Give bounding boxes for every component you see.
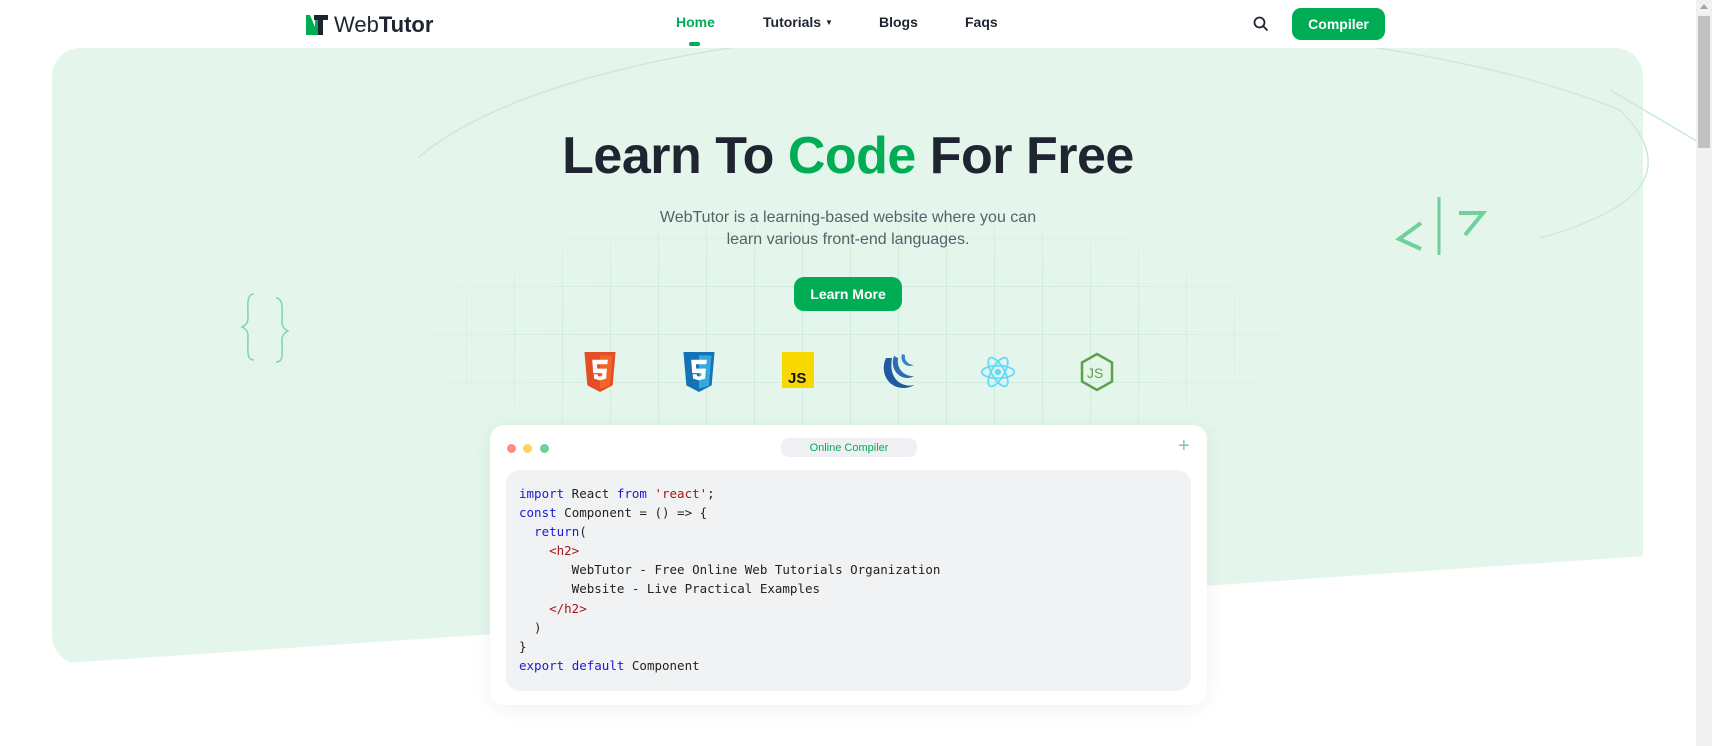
react-icon: [980, 356, 1016, 388]
scroll-up-icon[interactable]: [1700, 4, 1708, 9]
code-line: <h2>: [519, 541, 1178, 560]
code-token: Component: [624, 657, 700, 673]
subtitle-line: WebTutor is a learning-based website whe…: [659, 209, 1037, 226]
top-navbar: WebTutor Home Tutorials ▼ Blogs Faqs Com…: [0, 0, 1696, 48]
html5-icon: [584, 352, 616, 392]
code-token: const: [519, 505, 557, 521]
compiler-title: Online Compiler: [781, 438, 917, 457]
code-token: import: [519, 486, 565, 501]
javascript-icon: JS: [782, 352, 814, 388]
code-line: const Component = () => {: [519, 503, 1178, 522]
code-token: from: [616, 486, 647, 501]
svg-text:JS: JS: [1087, 365, 1103, 381]
nav-home[interactable]: Home: [676, 14, 715, 30]
code-line: WebTutor - Free Online Web Tutorials Org…: [519, 560, 1178, 579]
compiler-button[interactable]: Compiler: [1292, 8, 1385, 40]
title-accent: Code: [787, 127, 917, 185]
code-token: ): [519, 619, 542, 635]
scrollbar-thumb[interactable]: [1698, 16, 1710, 148]
code-token: default: [571, 657, 625, 673]
subtitle-line: learn various front-end languages.: [726, 231, 970, 248]
brand-name-bold: Tutor: [378, 12, 434, 37]
title-part: For Free: [915, 127, 1135, 185]
css3-icon: [683, 352, 715, 392]
code-token: </h2>: [549, 600, 587, 616]
code-token: export: [519, 657, 565, 673]
code-line: import React from 'react';: [519, 484, 1178, 503]
hero-subtitle: WebTutor is a learning-based website whe…: [0, 207, 1696, 251]
brand-logo[interactable]: WebTutor: [306, 12, 433, 38]
code-block: import React from 'react'; const Componen…: [506, 470, 1191, 691]
jquery-icon: [883, 354, 914, 388]
title-part: Learn To: [562, 127, 788, 185]
code-token: return: [534, 524, 580, 540]
code-line: }: [519, 637, 1178, 656]
scrollbar[interactable]: [1696, 0, 1712, 746]
online-compiler-card: Online Compiler + import React from 'rea…: [490, 425, 1207, 705]
caret-down-icon: ▼: [824, 18, 833, 27]
code-token: React: [564, 486, 617, 501]
curly-braces-icon: [240, 293, 290, 363]
nav-blogs[interactable]: Blogs: [879, 14, 918, 30]
svg-text:JS: JS: [788, 370, 806, 387]
code-token: ;: [707, 486, 715, 501]
code-token: }: [519, 638, 527, 654]
active-indicator: [689, 42, 700, 46]
window-minimize-dot: [523, 444, 532, 453]
webtutor-logo-icon: [306, 15, 328, 35]
nav-tutorials[interactable]: Tutorials ▼: [763, 14, 833, 30]
code-token: 'react': [654, 486, 708, 501]
code-token: (: [579, 524, 587, 540]
hero-title: Learn To Code For Free: [0, 126, 1696, 186]
learn-more-button[interactable]: Learn More: [794, 277, 902, 311]
brand-name-light: Web: [334, 12, 379, 37]
window-close-dot: [507, 444, 516, 453]
code-line: export default Component: [519, 656, 1178, 675]
code-line: </h2>: [519, 599, 1178, 618]
search-icon[interactable]: [1253, 16, 1269, 32]
nav-tutorials-label: Tutorials: [763, 14, 822, 30]
plus-icon[interactable]: +: [1178, 435, 1190, 458]
code-token: WebTutor - Free Online Web Tutorials Org…: [519, 562, 941, 578]
code-token: Website - Live Practical Examples: [519, 581, 821, 597]
code-token: <h2>: [549, 543, 580, 559]
code-line: Website - Live Practical Examples: [519, 579, 1178, 598]
window-maximize-dot: [540, 444, 549, 453]
code-line: return(: [519, 522, 1178, 541]
code-line: ): [519, 618, 1178, 637]
code-token: Component = () => {: [556, 505, 708, 521]
nav-faqs[interactable]: Faqs: [965, 14, 998, 30]
nodejs-icon: JS: [1080, 352, 1114, 392]
